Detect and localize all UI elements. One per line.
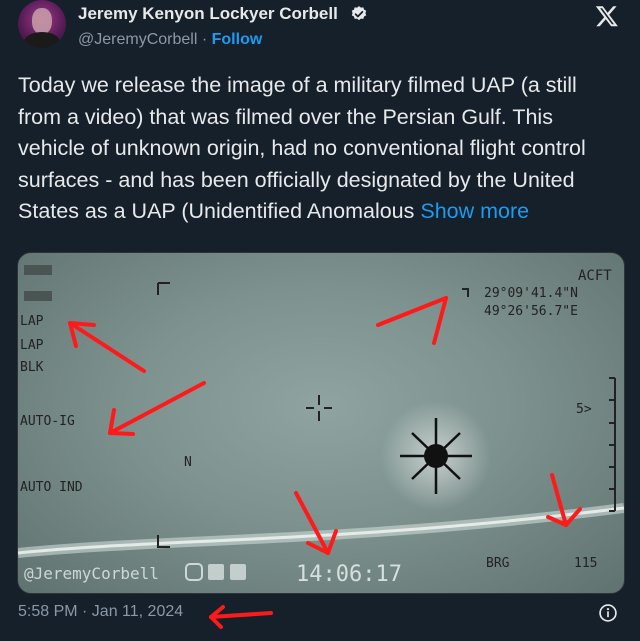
arrow-coords [376,296,448,327]
hud-lat: 29°09'41.4"N [484,286,578,301]
hud-right-mark: 5> [576,402,592,417]
hud-lap-1: LAP [20,314,44,329]
separator: · [201,31,208,48]
instagram-icon [185,563,203,581]
tweet-header: Jeremy Kenyon Lockyer Corbell @JeremyCor… [0,0,640,60]
hud-overlay: ACFT 29°09'41.4"N 49°26'56.7"E LAP LAP B… [18,265,624,587]
handle[interactable]: @JeremyCorbell [78,31,197,48]
hud-lon: 49°26'56.7"E [484,304,578,319]
hud-brg-label: BRG [486,556,510,571]
timestamp-arrow [209,605,273,629]
avatar-face [32,8,52,34]
hud-auto-ind: AUTO IND [20,480,83,495]
hud-acft-label: ACFT [578,268,612,284]
annotation-arrows [68,296,582,555]
hud-auto-ig: AUTO-IG [20,414,75,429]
x-logo-icon[interactable] [594,4,620,28]
hud-n-label: N [184,455,192,470]
facebook-icon [230,564,246,580]
follow-button[interactable]: Follow [212,31,263,48]
tweet-media-image[interactable]: ACFT 29°09'41.4"N 49°26'56.7"E LAP LAP B… [17,252,625,594]
watermark-text: @JeremyCorbell [24,564,159,583]
timestamp[interactable]: 5:58 PM · Jan 11, 2024 [18,603,183,621]
x-social-icon [208,564,224,580]
hud-lap-2: LAP [20,338,44,353]
avatar-body [24,32,60,48]
arrow-lap [68,321,146,373]
show-more-link[interactable]: Show more [420,199,529,223]
tweet-text: Today we release the image of a military… [18,70,622,228]
display-name[interactable]: Jeremy Kenyon Lockyer Corbell [78,4,338,24]
arrow-auto-ig [108,381,206,435]
hud-blk: BLK [20,360,44,375]
verified-badge-icon [351,6,367,21]
handle-line: @JeremyCorbell · Follow [78,31,262,49]
info-icon[interactable] [598,603,618,623]
hud-brg-value: 115 [574,556,597,571]
avatar[interactable] [18,0,66,48]
hud-time: 14:06:17 [296,562,402,587]
